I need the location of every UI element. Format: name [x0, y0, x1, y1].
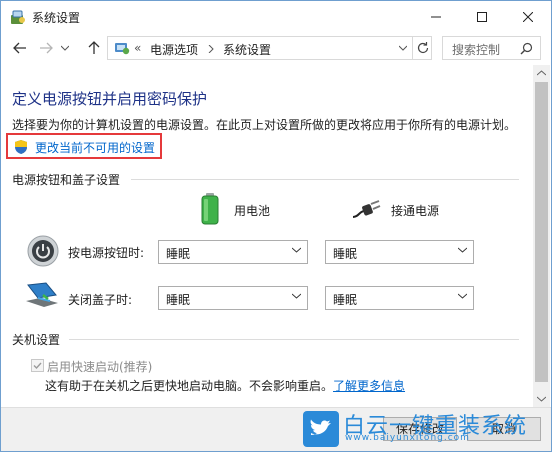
fast-startup-label: 启用快速启动(推荐): [47, 360, 153, 374]
page-description: 选择要为你的计算机设置的电源设置。在此页上对设置所做的更改将应用于你所有的电源计…: [12, 118, 517, 132]
uac-shield-icon: [15, 140, 27, 154]
lid-close-battery-select[interactable]: 睡眠: [158, 286, 308, 310]
section-divider: [69, 339, 519, 340]
chevron-down-icon: [61, 45, 69, 51]
chevron-right-icon: [208, 45, 214, 53]
select-value: 睡眠: [166, 293, 191, 307]
fast-startup-checkbox[interactable]: [31, 359, 44, 372]
minimize-icon: [431, 16, 441, 17]
close-icon: [523, 11, 533, 22]
forward-button[interactable]: [37, 38, 55, 58]
watermark: 白云一键重装系统 www.baiyunxitong.com: [301, 411, 551, 451]
checkmark-icon: [33, 362, 42, 370]
scroll-down-arrow-icon[interactable]: [537, 396, 546, 402]
chevron-down-icon: [458, 247, 467, 253]
select-value: 睡眠: [166, 247, 191, 261]
laptop-lid-icon: [26, 282, 58, 307]
bird-icon: [310, 419, 331, 435]
change-link-label: 更改当前不可用的设置: [35, 141, 156, 155]
control-panel-icon: [115, 43, 130, 55]
select-value: 睡眠: [333, 293, 358, 307]
breadcrumb-system-settings[interactable]: 系统设置: [223, 41, 271, 58]
power-options-icon: [11, 10, 25, 24]
maximize-button[interactable]: [459, 1, 505, 32]
learn-more-link[interactable]: 了解更多信息: [333, 379, 405, 393]
power-button-icon: [27, 235, 59, 267]
breadcrumb-overflow[interactable]: «: [134, 41, 141, 55]
fast-startup-help: 这有助于在关机之后更快地启动电脑。不会影响重启。了解更多信息: [45, 377, 405, 394]
lid-close-plugged-select[interactable]: 睡眠: [325, 286, 474, 310]
battery-column-header: 用电池: [234, 204, 271, 218]
scroll-up-arrow-icon[interactable]: [537, 70, 546, 76]
up-button[interactable]: [85, 38, 103, 58]
title-bar: 系统设置: [1, 1, 551, 32]
select-value: 睡眠: [333, 247, 358, 261]
fast-startup-help-text: 这有助于在关机之后更快地启动电脑。不会影响重启。: [45, 379, 334, 393]
page-title: 定义电源按钮并启用密码保护: [12, 90, 208, 108]
power-button-row-label: 按电源按钮时:: [68, 246, 145, 260]
address-bar[interactable]: « 电源选项 系统设置: [107, 36, 432, 60]
shutdown-section-title: 关机设置: [12, 333, 61, 347]
section-divider: [131, 179, 519, 180]
recent-locations-button[interactable]: [59, 38, 71, 58]
power-button-plugged-select[interactable]: 睡眠: [325, 240, 474, 264]
plugged-in-column-header: 接通电源: [391, 204, 440, 218]
power-buttons-section-title: 电源按钮和盖子设置: [12, 173, 121, 187]
minimize-button[interactable]: [413, 1, 459, 32]
change-unavailable-settings-link[interactable]: 更改当前不可用的设置: [6, 133, 162, 159]
power-plug-icon: [352, 200, 381, 218]
search-input[interactable]: 搜索控制: [442, 36, 541, 60]
main-content: 定义电源按钮并启用密码保护 选择要为你的计算机设置的电源设置。在此页上对设置所做…: [1, 65, 533, 407]
chevron-down-icon: [292, 293, 301, 299]
refresh-icon[interactable]: [416, 41, 430, 55]
twitter-bird-logo-icon: [303, 411, 339, 447]
lid-close-row-label: 关闭盖子时:: [68, 293, 133, 307]
battery-icon: [201, 193, 219, 225]
back-arrow-icon: [13, 42, 26, 54]
address-divider: [412, 37, 413, 59]
address-dropdown-icon[interactable]: [399, 45, 407, 51]
back-button[interactable]: [11, 38, 29, 58]
forward-arrow-icon: [40, 42, 53, 54]
watermark-url: www.baiyunxitong.com: [345, 433, 470, 443]
search-placeholder: 搜索控制: [452, 43, 501, 57]
chevron-down-icon: [458, 293, 467, 299]
up-arrow-icon: [88, 41, 100, 54]
chevron-down-icon: [292, 247, 301, 253]
vertical-scrollbar[interactable]: [533, 65, 550, 407]
maximize-icon: [477, 11, 487, 22]
window-title: 系统设置: [32, 11, 81, 25]
navigation-bar: « 电源选项 系统设置 搜索控制: [1, 34, 551, 62]
system-settings-window: 系统设置 « 电源选项 系统设置 搜索控制 定义电源按钮并启用密码保护 选择要为…: [0, 0, 552, 452]
power-button-battery-select[interactable]: 睡眠: [158, 240, 308, 264]
search-icon: [520, 42, 533, 55]
scrollbar-thumb[interactable]: [535, 82, 548, 382]
breadcrumb-power-options[interactable]: 电源选项: [150, 41, 198, 58]
close-button[interactable]: [505, 1, 551, 32]
